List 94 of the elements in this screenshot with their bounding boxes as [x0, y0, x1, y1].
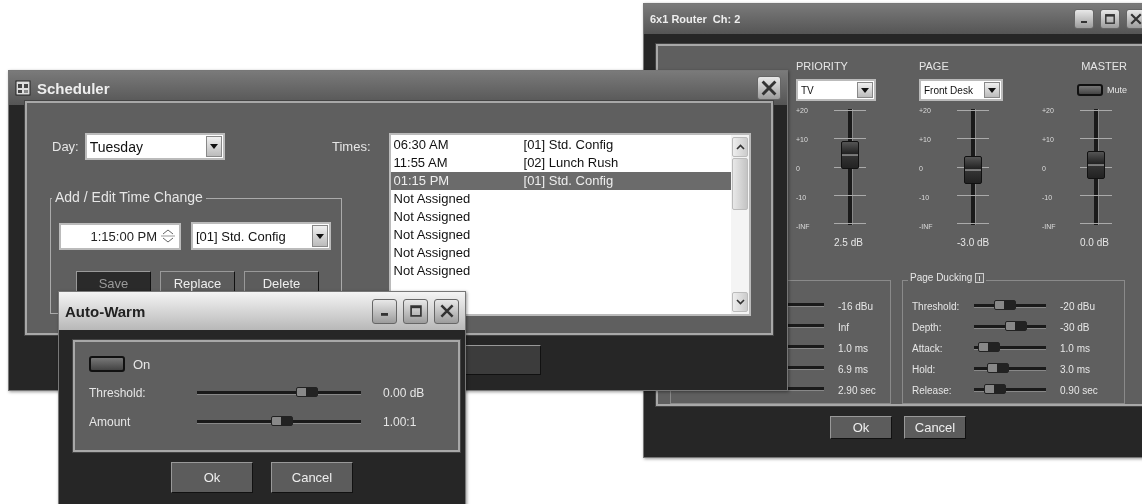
- time-field[interactable]: 1:15:00 PM: [59, 222, 181, 250]
- time-row[interactable]: Not Assigned: [390, 190, 731, 208]
- channel-label: Ch: 2: [712, 13, 741, 25]
- ducking-reading: -20 dBu: [1060, 300, 1096, 312]
- time-row[interactable]: 01:15 PM [01] Std. Config: [390, 172, 731, 190]
- fader-thumb[interactable]: [1087, 150, 1105, 179]
- maximize-button[interactable]: [1100, 9, 1120, 29]
- ducking-label: Threshold:: [912, 300, 960, 312]
- minimize-icon: [1081, 20, 1087, 24]
- dropdown-arrow-icon: [861, 87, 869, 93]
- close-icon: [439, 304, 454, 318]
- close-button[interactable]: [434, 298, 459, 324]
- slider-thumb[interactable]: [986, 362, 1009, 373]
- times-label: Times:: [332, 139, 371, 156]
- ducking-label: Attack:: [912, 342, 943, 354]
- setting-label: Amount: [89, 415, 131, 429]
- scroll-up-icon: [735, 144, 745, 150]
- setting-slider[interactable]: [197, 414, 361, 428]
- day-label: Day:: [52, 139, 79, 154]
- close-button[interactable]: [1126, 9, 1142, 29]
- group-title: Add / Edit Time Change: [55, 189, 203, 205]
- on-toggle[interactable]: [89, 356, 125, 372]
- fader-reading: 2.5 dB: [834, 237, 863, 248]
- slider-thumb[interactable]: [296, 387, 319, 397]
- dropdown-arrow-icon: [316, 233, 324, 239]
- ducking-slider[interactable]: [974, 297, 1046, 312]
- channel-dropdown[interactable]: Front Desk: [919, 79, 1003, 101]
- ducking-slider[interactable]: [974, 360, 1046, 375]
- time-row[interactable]: 11:55 AM [02] Lunch Rush: [390, 154, 731, 172]
- times-list[interactable]: 06:30 AM [01] Std. Config 11:55 AM [02] Lunch Rush 01:15 PM [01] Std. Config Not Assigned Not Assigned Not Assigned Not Assigned Not Assigned: [388, 133, 751, 316]
- window-title: Scheduler: [37, 79, 110, 97]
- fader-thumb[interactable]: [841, 141, 859, 170]
- ducking-label: Hold:: [912, 363, 936, 375]
- preset-dropdown[interactable]: [01] Std. Config: [191, 222, 331, 250]
- dialog-button[interactable]: Ok: [830, 416, 892, 439]
- dropdown-arrow-icon: [209, 144, 218, 149]
- dynamics-reading: -16 dBu: [838, 300, 874, 312]
- maximize-icon: [1104, 13, 1116, 25]
- time-row[interactable]: Not Assigned: [390, 262, 731, 280]
- setting-slider[interactable]: [197, 385, 361, 399]
- channel-heading: PRIORITY: [796, 60, 848, 73]
- dynamics-reading: 6.9 ms: [838, 363, 868, 375]
- dialog-button[interactable]: Cancel: [271, 462, 353, 493]
- fader-reading: -3.0 dB: [957, 237, 990, 248]
- scroll-down-icon: [735, 299, 745, 305]
- calendar-icon: [15, 80, 31, 96]
- ducking-reading: 3.0 ms: [1060, 363, 1090, 375]
- close-icon: [761, 80, 777, 96]
- time-row[interactable]: 06:30 AM [01] Std. Config: [390, 136, 731, 154]
- minimize-button[interactable]: [1074, 9, 1094, 29]
- scrollbar[interactable]: [731, 135, 749, 314]
- ducking-slider[interactable]: [974, 381, 1046, 396]
- minimize-icon: [381, 313, 388, 316]
- maximize-button[interactable]: [403, 298, 428, 324]
- slider-thumb[interactable]: [978, 341, 1000, 352]
- time-row[interactable]: Not Assigned: [390, 208, 731, 226]
- ducking-label: Release:: [912, 384, 952, 396]
- slider-thumb[interactable]: [270, 416, 293, 426]
- ducking-slider[interactable]: [974, 318, 1046, 333]
- time-row[interactable]: Not Assigned: [390, 226, 731, 244]
- ducking-reading: 1.0 ms: [1060, 342, 1090, 354]
- dropdown-arrow-icon: [988, 87, 996, 93]
- close-icon: [1130, 13, 1142, 25]
- window-title: 6x1 Router: [650, 13, 707, 25]
- slider-thumb[interactable]: [994, 299, 1016, 310]
- mute-toggle[interactable]: [1077, 84, 1103, 96]
- ducking-reading: -30 dB: [1060, 321, 1090, 333]
- time-row[interactable]: Not Assigned: [390, 244, 731, 262]
- mute-label: Mute: [1107, 85, 1127, 95]
- group-title: Page Ducking: [910, 272, 973, 283]
- dialog-button[interactable]: Ok: [171, 462, 253, 493]
- dialog-button[interactable]: Cancel: [904, 416, 966, 439]
- ducking-slider[interactable]: [974, 339, 1046, 354]
- minimize-button[interactable]: [372, 298, 397, 324]
- maximize-icon: [408, 304, 423, 318]
- slider-thumb[interactable]: [984, 383, 1006, 394]
- fader-reading: 0.0 dB: [1080, 237, 1109, 248]
- close-button[interactable]: [757, 76, 781, 100]
- channel-dropdown[interactable]: TV: [796, 79, 876, 101]
- setting-label: Threshold:: [89, 386, 146, 400]
- dynamics-reading: 1.0 ms: [838, 342, 868, 354]
- toggle-label: On: [133, 356, 151, 372]
- setting-reading: 0.00 dB: [383, 386, 425, 400]
- window-title: Auto-Warm: [65, 302, 146, 320]
- slider-thumb[interactable]: [1005, 320, 1027, 331]
- setting-reading: 1.00:1: [383, 415, 417, 429]
- dynamics-reading: Inf: [838, 321, 850, 333]
- fader-thumb[interactable]: [964, 156, 982, 185]
- ducking-reading: 0.90 sec: [1060, 384, 1098, 396]
- ducking-label: Depth:: [912, 321, 942, 333]
- dynamics-reading: 2.90 sec: [838, 384, 876, 396]
- day-dropdown[interactable]: Tuesday: [84, 133, 225, 160]
- channel-heading: MASTER: [1081, 60, 1127, 73]
- channel-heading: PAGE: [919, 60, 949, 73]
